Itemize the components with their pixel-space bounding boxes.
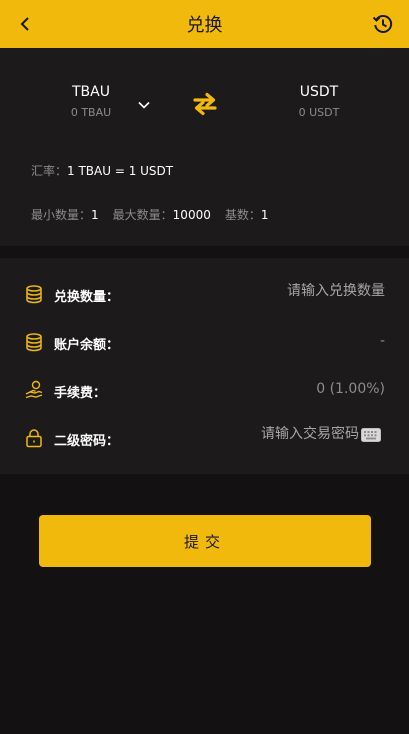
exchange-rate-label: 汇率： [31,164,68,178]
password-label: 二级密码： [54,434,120,449]
submit-button[interactable]: 提交 [39,515,371,567]
exchange-form: 兑换数量： 账户余额： - 手续费： 0 (1.00%) [0,258,409,474]
to-coin-symbol: USDT [299,84,339,100]
fee-value: 0 (1.00%) [316,381,385,397]
from-coin-symbol: TBAU [72,84,110,100]
lock-icon [24,428,44,448]
amount-row: 兑换数量： [0,270,409,318]
swap-arrows-icon[interactable] [192,92,218,116]
base-amount-label: 基数： [224,208,261,222]
keyboard-icon[interactable] [361,427,381,442]
exchange-rate: 汇率：1 TBAU = 1 USDT [31,162,173,179]
hand-coin-icon [24,380,44,400]
chevron-left-icon[interactable] [14,12,38,36]
from-coin-balance: 0 TBAU [70,106,112,119]
page-title: 兑换 [186,15,223,36]
amount-input-wrap [205,283,385,299]
history-icon[interactable] [371,12,395,36]
exchange-limits: 最小数量：1 最大数量：10000 基数：1 [31,206,269,223]
password-input[interactable] [219,426,359,442]
min-amount-label: 最小数量： [31,208,92,222]
fee-row: 手续费： 0 (1.00%) [0,366,409,414]
fee-label: 手续费： [54,386,107,401]
max-amount-label: 最大数量： [112,208,173,222]
base-amount-value: 1 [260,208,269,222]
balance-label: 账户余额： [54,338,120,353]
header-bar: 兑换 [0,0,409,48]
password-input-wrap [219,426,381,442]
currency-pair-panel: TBAU 0 TBAU USDT 0 USDT 汇率：1 TBAU = 1 US… [0,48,409,246]
balance-row: 账户余额： - [0,318,409,366]
balance-value: - [379,333,385,349]
coins-icon [24,332,44,352]
chevron-down-icon[interactable] [136,98,152,112]
coins-icon [24,284,44,304]
amount-label: 兑换数量： [54,290,120,305]
amount-input[interactable] [205,283,385,299]
min-amount-value: 1 [91,208,99,222]
exchange-rate-value: 1 TBAU = 1 USDT [67,164,174,178]
password-row: 二级密码： [0,414,409,462]
max-amount-value: 10000 [172,208,211,222]
to-coin-balance: 0 USDT [298,106,340,119]
to-coin[interactable]: USDT 0 USDT [259,84,379,119]
from-coin[interactable]: TBAU 0 TBAU [31,84,151,119]
